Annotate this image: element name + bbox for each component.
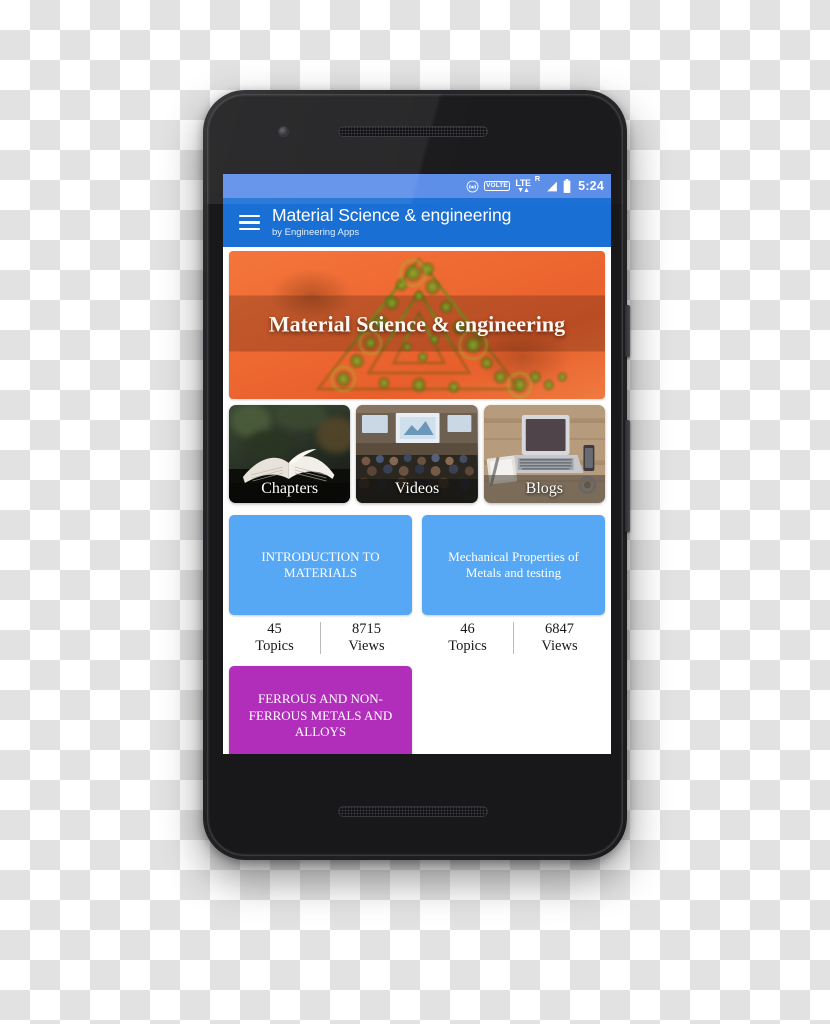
- earpiece-speaker-icon: [338, 126, 488, 137]
- app-bar-titles: Material Science & engineering by Engine…: [272, 205, 512, 239]
- topics-label: Topics: [448, 637, 487, 654]
- page-subtitle: by Engineering Apps: [272, 226, 360, 238]
- views-label: Views: [348, 637, 385, 654]
- views-count: 6847: [545, 621, 574, 637]
- topic-card-button[interactable]: FERROUS AND NON-FERROUS METALS AND ALLOY…: [229, 665, 412, 754]
- lte-icon: LTE ▼▲: [515, 178, 531, 194]
- topic-card-button[interactable]: Mechanical Properties of Metals and test…: [422, 515, 605, 615]
- topic-card-title: INTRODUCTION TO MATERIALS: [261, 548, 380, 580]
- topic-card-title: Mechanical Properties of Metals and test…: [448, 548, 579, 580]
- bottom-speaker-grille: [338, 806, 488, 817]
- topic-card-intro-materials: INTRODUCTION TO MATERIALS 45 Topics 8715…: [229, 515, 412, 655]
- topic-card-stats: 45 Topics 8715 Views: [229, 621, 412, 655]
- front-camera-icon: [279, 127, 288, 136]
- status-bar-clock: 5:24: [578, 179, 604, 193]
- hero-banner[interactable]: Material Science & engineering: [229, 251, 605, 399]
- topic-card-mechanical-properties: Mechanical Properties of Metals and test…: [422, 515, 605, 655]
- status-bar: VOLTE LTE ▼▲ R 5:24: [223, 174, 611, 198]
- topic-card-button[interactable]: INTRODUCTION TO MATERIALS: [229, 515, 412, 615]
- tile-label-videos: Videos: [394, 480, 440, 497]
- volte-icon: VOLTE: [483, 181, 511, 191]
- tile-videos[interactable]: Videos: [356, 405, 478, 503]
- tile-label-blogs: Blogs: [525, 480, 563, 497]
- category-tiles: Chapters Videos Blogs: [229, 405, 605, 503]
- tile-blogs[interactable]: Blogs: [483, 405, 605, 503]
- topics-stat: 46 Topics: [422, 621, 513, 655]
- topic-card-ferrous-metals: FERROUS AND NON-FERROUS METALS AND ALLOY…: [229, 665, 412, 754]
- topic-card-title: FERROUS AND NON-FERROUS METALS AND ALLOY…: [248, 691, 393, 739]
- app-bar: Material Science & engineering by Engine…: [223, 198, 611, 247]
- battery-icon: [563, 179, 571, 193]
- roaming-icon: R: [534, 174, 541, 183]
- topic-card-stats: 46 Topics 6847 Views: [422, 621, 605, 655]
- views-stat: 6847 Views: [514, 621, 605, 655]
- phone-device: VOLTE LTE ▼▲ R 5:24 Material Science & e…: [203, 90, 630, 860]
- topic-card-row-1: INTRODUCTION TO MATERIALS 45 Topics 8715…: [229, 515, 605, 655]
- hero-title: Material Science & engineering: [268, 311, 566, 337]
- power-button[interactable]: [625, 305, 630, 357]
- topics-count: 45: [267, 621, 282, 637]
- topics-stat: 45 Topics: [229, 621, 320, 655]
- views-stat: 8715 Views: [321, 621, 412, 655]
- phone-screen: VOLTE LTE ▼▲ R 5:24 Material Science & e…: [223, 174, 611, 754]
- views-count: 8715: [352, 621, 381, 637]
- tile-label-chapters: Chapters: [261, 480, 319, 497]
- topic-card-row-2: FERROUS AND NON-FERROUS METALS AND ALLOY…: [229, 665, 605, 754]
- topics-count: 46: [460, 621, 475, 637]
- topics-label: Topics: [255, 637, 294, 654]
- hamburger-menu-icon[interactable]: [232, 214, 266, 231]
- page-title: Material Science & engineering: [272, 205, 512, 226]
- signal-icon: [545, 180, 558, 193]
- views-label: Views: [541, 637, 578, 654]
- volume-button[interactable]: [625, 420, 630, 532]
- hotspot-icon: [466, 180, 479, 193]
- tile-chapters[interactable]: Chapters: [229, 405, 351, 503]
- lte-data-arrows-icon: ▼▲: [517, 186, 530, 194]
- phone-bezel: VOLTE LTE ▼▲ R 5:24 Material Science & e…: [207, 94, 623, 856]
- content-area: Material Science & engineering Chapters …: [223, 247, 611, 754]
- topic-card-placeholder: [422, 666, 605, 754]
